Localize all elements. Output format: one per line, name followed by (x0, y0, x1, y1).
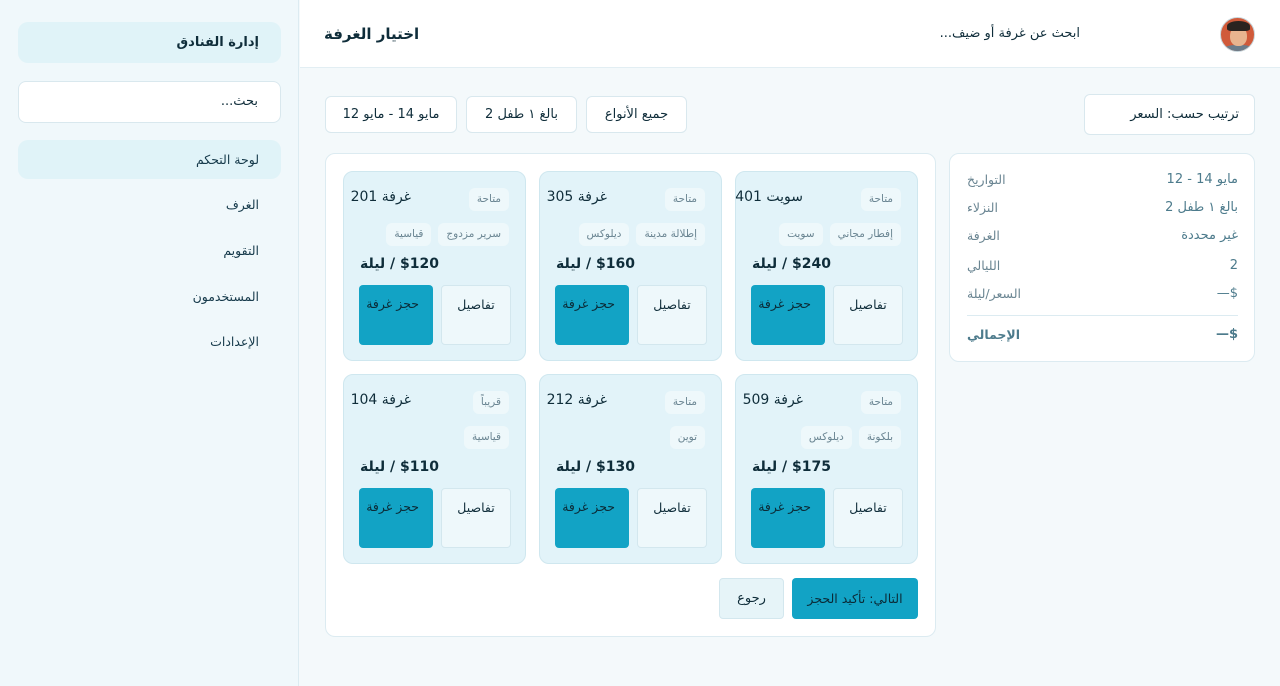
room-card[interactable]: غرفة 305 متاحة إطلالة مدينة ديلوكس $160 … (539, 171, 722, 361)
summary-label: السعر/ليلة (967, 286, 1021, 301)
feature-tag: قياسية (464, 426, 509, 449)
room-card[interactable]: غرفة 212 متاحة توين $130 / ليلة حجز غرفة… (539, 374, 722, 564)
user-avatar-icon[interactable] (1220, 17, 1255, 52)
room-price: $240 / ليلة (752, 256, 832, 272)
feature-tag: ديلوكس (800, 426, 852, 449)
details-button[interactable]: تفاصيل (833, 285, 903, 345)
room-features: قياسية (358, 426, 509, 450)
summary-row-dates: التواريخ مايو 14 - 12 (967, 170, 1238, 190)
room-card[interactable]: غرفة 104 قريباً قياسية $110 / ليلة حجز غ… (343, 374, 526, 564)
status-badge: متاحة (664, 188, 705, 211)
room-card[interactable]: غرفة 509 متاحة بلكونة ديلوكس $175 / ليلة… (735, 374, 918, 564)
sidebar-item-dashboard[interactable]: لوحة التحكم (18, 140, 281, 179)
room-price: $130 / ليلة (556, 459, 636, 475)
feature-tag: سرير مزدوج (438, 223, 509, 246)
summary-row-room: الغرفة غير محددة (967, 226, 1238, 246)
next-confirm-booking-button[interactable]: التالي: تأكيد الحجز (792, 578, 918, 619)
room-features: إطلالة مدينة ديلوكس (554, 223, 705, 247)
book-room-button[interactable]: حجز غرفة (751, 285, 825, 345)
book-room-button[interactable]: حجز غرفة (359, 488, 433, 548)
summary-label: النزلاء (967, 200, 998, 215)
summary-value: بالغ ۱ طفل 2 (1165, 200, 1238, 215)
guests-filter[interactable]: بالغ ۱ طفل 2 (466, 96, 577, 133)
status-badge: متاحة (860, 391, 901, 414)
room-features: سرير مزدوج قياسية (358, 223, 509, 247)
room-card[interactable]: سويت 401 متاحة إفطار مجاني سويت $240 / ل… (735, 171, 918, 361)
summary-total-label: الإجمالي (967, 327, 1021, 342)
page-title: اختيار الغرفة (324, 25, 420, 43)
room-price: $160 / ليلة (556, 256, 636, 272)
summary-label: التواريخ (967, 172, 1006, 187)
status-badge: متاحة (664, 391, 705, 414)
room-type-filter[interactable]: جميع الأنواع (586, 96, 687, 133)
status-badge: قريباً (472, 391, 509, 414)
sort-dropdown[interactable]: ترتيب حسب: السعر (1084, 94, 1255, 135)
summary-label: الغرفة (967, 228, 1000, 243)
room-price: $110 / ليلة (360, 459, 440, 475)
details-button[interactable]: تفاصيل (441, 285, 511, 345)
room-price: $175 / ليلة (752, 459, 832, 475)
summary-value: غير محددة (1181, 228, 1238, 243)
sidebar-item-calendar[interactable]: التقويم (18, 231, 281, 270)
summary-row-rate: السعر/ليلة —$ (967, 284, 1238, 304)
summary-row-guests: النزلاء بالغ ۱ طفل 2 (967, 198, 1238, 218)
summary-total-value: —$ (1215, 327, 1238, 342)
sidebar-item-users[interactable]: المستخدمون (18, 277, 281, 316)
details-button[interactable]: تفاصيل (637, 488, 707, 548)
sidebar-search-input[interactable]: بحث... (18, 81, 281, 123)
feature-tag: إطلالة مدينة (636, 223, 705, 246)
back-button[interactable]: رجوع (719, 578, 784, 619)
book-room-button[interactable]: حجز غرفة (555, 488, 629, 548)
sidebar-item-settings[interactable]: الإعدادات (18, 322, 281, 361)
date-range-filter[interactable]: مايو 14 - مايو 12 (325, 96, 457, 133)
summary-row-nights: الليالي 2 (967, 256, 1238, 276)
brand-title: إدارة الفنادق (18, 22, 281, 63)
feature-tag: سويت (779, 223, 823, 246)
feature-tag: قياسية (386, 223, 432, 246)
summary-value: مايو 14 - 12 (1166, 172, 1238, 187)
rooms-panel: سويت 401 متاحة إفطار مجاني سويت $240 / ل… (325, 153, 936, 637)
room-name: غرفة 201 (350, 189, 411, 205)
top-header: اختيار الغرفة ابحث عن غرفة أو ضيف... (300, 0, 1280, 68)
summary-value: —$ (1216, 286, 1238, 301)
room-name: غرفة 104 (350, 392, 411, 408)
book-room-button[interactable]: حجز غرفة (751, 488, 825, 548)
room-features: إفطار مجاني سويت (750, 223, 901, 247)
sidebar: إدارة الفنادق بحث... لوحة التحكم الغرف ا… (0, 0, 299, 686)
details-button[interactable]: تفاصيل (637, 285, 707, 345)
details-button[interactable]: تفاصيل (833, 488, 903, 548)
feature-tag: ديلوكس (578, 223, 630, 246)
book-room-button[interactable]: حجز غرفة (359, 285, 433, 345)
room-card[interactable]: غرفة 201 متاحة سرير مزدوج قياسية $120 / … (343, 171, 526, 361)
feature-tag: توين (669, 426, 705, 449)
book-room-button[interactable]: حجز غرفة (555, 285, 629, 345)
status-badge: متاحة (860, 188, 901, 211)
summary-divider (967, 315, 1238, 316)
booking-summary-panel: التواريخ مايو 14 - 12 النزلاء بالغ ۱ طفل… (949, 153, 1255, 362)
header-search-input[interactable]: ابحث عن غرفة أو ضيف... (860, 16, 1080, 52)
feature-tag: بلكونة (858, 426, 901, 449)
room-price: $120 / ليلة (360, 256, 440, 272)
summary-row-total: الإجمالي —$ (967, 325, 1238, 345)
details-button[interactable]: تفاصيل (441, 488, 511, 548)
summary-label: الليالي (967, 258, 1001, 273)
summary-value: 2 (1229, 258, 1238, 273)
sidebar-item-rooms[interactable]: الغرف (18, 185, 281, 224)
room-features: توين (554, 426, 705, 450)
status-badge: متاحة (468, 188, 509, 211)
feature-tag: إفطار مجاني (829, 223, 901, 246)
room-features: بلكونة ديلوكس (750, 426, 901, 450)
